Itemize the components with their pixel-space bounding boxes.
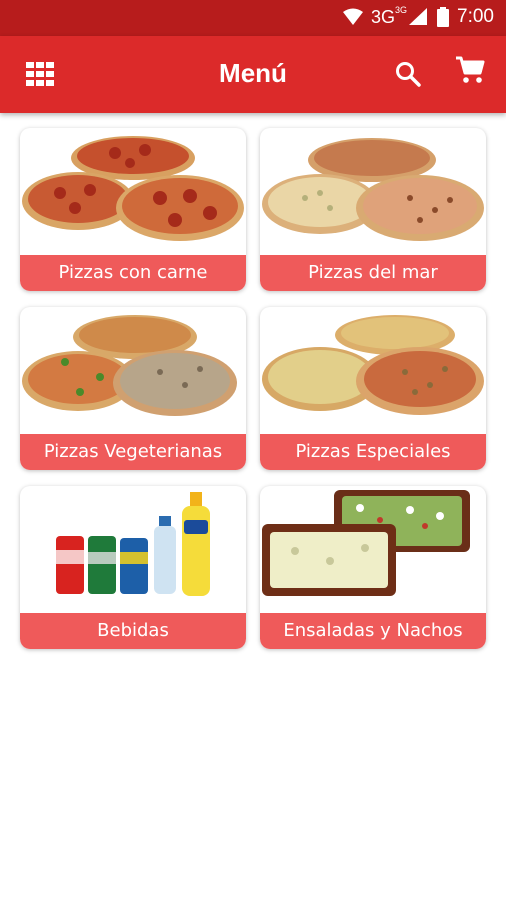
category-card-pizzas-con-carne[interactable]: Pizzas con carne	[20, 128, 246, 291]
category-label: Pizzas del mar	[260, 255, 486, 291]
signal-icon	[409, 8, 428, 25]
search-icon	[396, 62, 421, 87]
pizzas-special-image	[262, 315, 484, 415]
category-label: Ensaladas y Nachos	[260, 613, 486, 649]
category-label: Pizzas Vegeterianas	[20, 434, 246, 470]
page-title: Menú	[219, 58, 287, 88]
category-card-pizzas-vegeterianas[interactable]: Pizzas Vegeterianas	[20, 307, 246, 470]
app-bar: Menú	[0, 36, 506, 113]
pizzas-seafood-image	[262, 138, 484, 241]
salads-nachos-image	[262, 490, 470, 596]
cart-button[interactable]	[452, 52, 488, 88]
category-label: Pizzas Especiales	[260, 434, 486, 470]
search-button[interactable]	[390, 56, 426, 92]
pizzas-meat-image	[22, 136, 244, 241]
category-card-bebidas[interactable]: Bebidas	[20, 486, 246, 649]
pizzas-vegetarian-image	[22, 315, 237, 416]
drinks-image	[56, 492, 210, 596]
cart-icon	[456, 56, 485, 83]
category-card-ensaladas-y-nachos[interactable]: Ensaladas y Nachos	[260, 486, 486, 649]
category-card-pizzas-especiales[interactable]: Pizzas Especiales	[260, 307, 486, 470]
network-type: 3G 3G	[371, 4, 408, 27]
clock: 7:00	[457, 6, 494, 27]
category-label: Bebidas	[20, 613, 246, 649]
status-bar: 3G 3G 7:00	[0, 0, 506, 36]
network-sub: 3G	[395, 4, 408, 15]
wifi-icon	[343, 8, 363, 25]
category-grid: Pizzas con carne Pizzas del mar Pizzas V…	[20, 128, 488, 649]
category-card-pizzas-del-mar[interactable]: Pizzas del mar	[260, 128, 486, 291]
battery-icon	[437, 7, 450, 27]
category-label: Pizzas con carne	[20, 255, 246, 291]
